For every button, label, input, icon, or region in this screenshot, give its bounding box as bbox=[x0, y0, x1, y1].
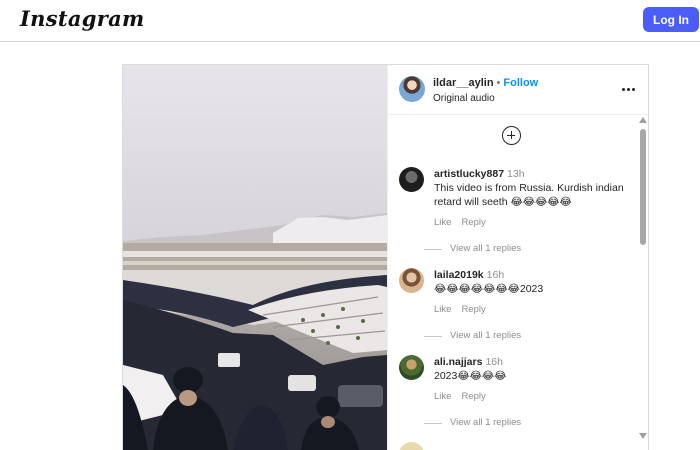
view-replies-link[interactable]: View all 1 replies bbox=[424, 242, 630, 256]
view-replies-label: View all 1 replies bbox=[450, 330, 522, 341]
comment-time: 16h bbox=[486, 269, 505, 281]
reply-button[interactable]: Reply bbox=[461, 304, 485, 315]
commenter-avatar[interactable] bbox=[399, 355, 424, 380]
comment-text: 2023😂😂😂😂 bbox=[434, 370, 507, 382]
like-button[interactable]: Like bbox=[434, 304, 451, 315]
video-frame bbox=[123, 65, 387, 450]
reply-button[interactable]: Reply bbox=[461, 217, 485, 228]
commenter-username[interactable]: artistlucky887 bbox=[434, 168, 504, 180]
scroll-up-arrow-icon[interactable] bbox=[639, 117, 647, 123]
commenter-avatar[interactable] bbox=[399, 442, 424, 450]
comment-time: 13h bbox=[507, 168, 525, 180]
comment-time: 16h bbox=[485, 356, 503, 368]
post-header: ildar__aylin • Follow Original audio bbox=[388, 65, 648, 115]
author-line: ildar__aylin • Follow bbox=[433, 77, 538, 89]
comments-panel: ildar__aylin • Follow Original audio artis… bbox=[387, 65, 648, 450]
load-more-comments-icon[interactable] bbox=[502, 126, 521, 145]
top-navigation-bar: Instagram Log In bbox=[0, 0, 700, 42]
follow-button[interactable]: Follow bbox=[503, 77, 538, 89]
comment-text: This video is from Russia. Kurdish india… bbox=[434, 182, 624, 208]
author-username[interactable]: ildar__aylin bbox=[433, 77, 494, 89]
commenter-avatar[interactable] bbox=[399, 167, 424, 192]
more-options-icon[interactable] bbox=[619, 80, 637, 98]
comment-text: 😂😂😂😂😂😂😂2023 bbox=[434, 283, 544, 295]
separator-dot: • bbox=[496, 77, 501, 89]
scrollbar-thumb[interactable] bbox=[640, 129, 646, 245]
view-replies-link[interactable]: View all 1 replies bbox=[424, 416, 630, 430]
scroll-down-arrow-icon[interactable] bbox=[639, 433, 647, 439]
view-replies-link[interactable]: View all 1 replies bbox=[424, 329, 630, 343]
instagram-logo[interactable]: Instagram bbox=[20, 6, 145, 31]
original-audio-link[interactable]: Original audio bbox=[433, 93, 495, 104]
commenter-username[interactable]: laila2019k bbox=[434, 269, 484, 281]
view-replies-label: View all 1 replies bbox=[450, 417, 522, 428]
reply-button[interactable]: Reply bbox=[461, 391, 485, 402]
post-card: ildar__aylin • Follow Original audio artis… bbox=[122, 64, 649, 450]
commenter-username[interactable]: ali.najjars bbox=[434, 356, 482, 368]
login-button[interactable]: Log In bbox=[643, 7, 699, 32]
like-button[interactable]: Like bbox=[434, 391, 451, 402]
commenter-avatar[interactable] bbox=[399, 268, 424, 293]
author-avatar[interactable] bbox=[399, 76, 425, 102]
view-replies-label: View all 1 replies bbox=[450, 243, 522, 254]
video-player[interactable] bbox=[123, 65, 387, 450]
comments-scrollbar[interactable] bbox=[638, 117, 648, 447]
like-button[interactable]: Like bbox=[434, 217, 451, 228]
